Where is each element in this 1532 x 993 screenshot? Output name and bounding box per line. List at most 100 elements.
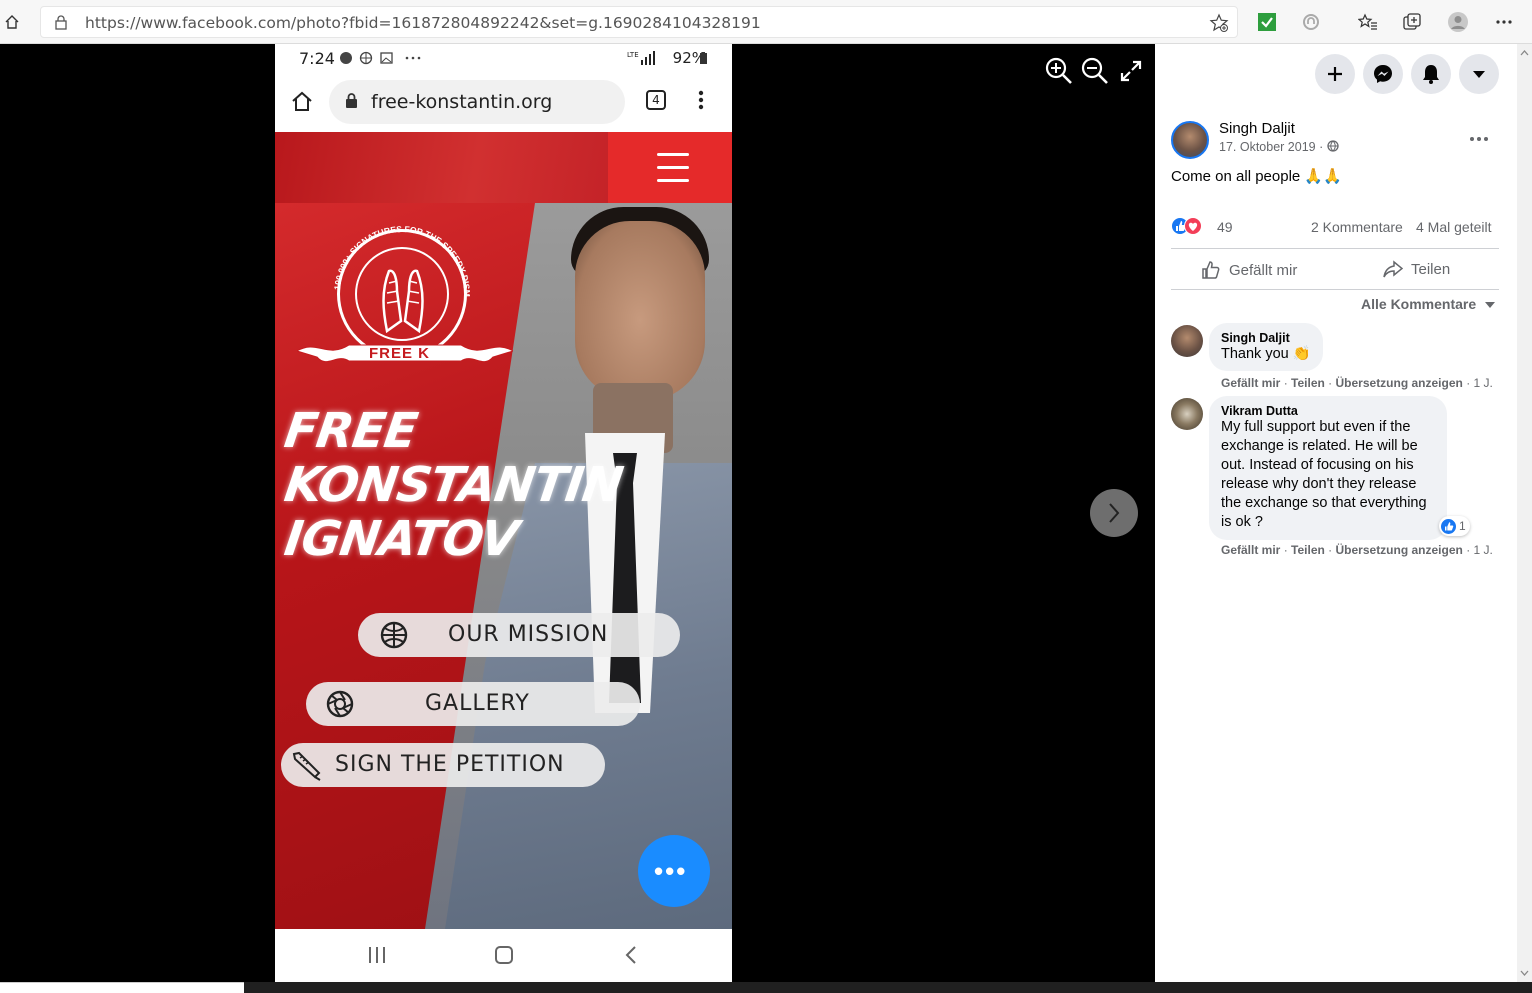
sign-petition-button: SIGN THE PETITION [281, 743, 605, 787]
account-menu-button[interactable] [1459, 54, 1499, 94]
scroll-down-icon[interactable] [1517, 968, 1532, 978]
aperture-icon [326, 690, 354, 718]
comment-author[interactable]: Singh Daljit [1221, 331, 1311, 345]
phone-lock-icon [345, 92, 358, 114]
phone-status-bar: 7:24 LTE 92% [275, 44, 732, 72]
create-button[interactable] [1315, 54, 1355, 94]
globe-icon [1327, 140, 1339, 152]
comment-reaction-count: 1 [1459, 519, 1466, 533]
post-sidebar: Singh Daljit 17. Oktober 2019 · Come on … [1155, 44, 1532, 982]
next-photo-button[interactable] [1090, 489, 1138, 537]
ellipsis-icon: ••• [654, 856, 688, 886]
gallery-label: GALLERY [425, 691, 530, 716]
battery-icon [699, 52, 708, 70]
post-author[interactable]: Singh Daljit [1219, 120, 1295, 137]
site-chat-fab: ••• [638, 835, 710, 907]
phone-home-icon [291, 90, 313, 117]
caret-down-icon [1485, 302, 1496, 308]
zoom-in-icon[interactable] [1044, 56, 1074, 86]
comment-text-line: My full support but even if the [1221, 419, 1411, 435]
share-arrow-icon [1383, 260, 1403, 278]
phone-home-button-icon [494, 945, 514, 970]
bell-icon [1423, 65, 1439, 84]
favorite-add-icon[interactable] [1209, 13, 1229, 38]
pen-icon [291, 751, 321, 781]
share-button[interactable]: Teilen [1383, 260, 1450, 278]
comment-text-line: release why don't they release [1221, 476, 1417, 492]
divider [1171, 248, 1499, 249]
post-text: Come on all people 🙏🙏 [1171, 168, 1342, 185]
post-options-button[interactable] [1469, 126, 1489, 147]
like-reaction-icon [1441, 518, 1456, 534]
avatar[interactable] [1171, 121, 1209, 159]
comment-author[interactable]: Vikram Dutta [1221, 404, 1435, 418]
hero-title-line-3: IGNATOV [281, 511, 521, 567]
comment-text: Thank you 👏 [1221, 346, 1311, 362]
praying-hands-icon [382, 269, 424, 333]
comment-time[interactable]: 1 J. [1474, 376, 1493, 390]
zoom-out-icon[interactable] [1080, 56, 1110, 86]
favorites-icon[interactable] [1356, 10, 1380, 34]
lock-icon [55, 15, 67, 35]
phone-url-pill: free-konstantin.org [329, 80, 625, 124]
more-horizontal-icon [1470, 137, 1488, 141]
comment-share-link[interactable]: Teilen [1291, 543, 1325, 557]
taskbar-search[interactable] [0, 982, 244, 993]
share-count[interactable]: 4 Mal geteilt [1416, 219, 1491, 235]
phone-browser-bar: free-konstantin.org 4 [275, 72, 732, 132]
fullscreen-icon[interactable] [1116, 56, 1146, 86]
comment-actions: Gefällt mir · Teilen · Übersetzung anzei… [1221, 376, 1493, 390]
profile-avatar-icon[interactable] [1446, 10, 1470, 34]
phone-nav-bar [275, 929, 732, 982]
phone-menu-icon [698, 90, 704, 115]
extension-check-icon[interactable] [1255, 10, 1279, 34]
thumbs-up-icon [1202, 261, 1220, 279]
comment-like-link[interactable]: Gefällt mir [1221, 543, 1280, 557]
caret-down-icon [1473, 71, 1485, 78]
comment-bubble: Vikram Dutta My full support but even if… [1209, 396, 1447, 540]
comment-avatar[interactable] [1171, 325, 1203, 357]
post-date-text[interactable]: 17. Oktober 2019 · [1219, 140, 1323, 154]
sort-label: Alle Kommentare [1361, 296, 1477, 312]
status-icons [339, 51, 423, 70]
comment-like-link[interactable]: Gefällt mir [1221, 376, 1280, 390]
like-label: Gefällt mir [1229, 261, 1298, 279]
logo-banner-text: FREE K [369, 345, 431, 362]
like-button[interactable]: Gefällt mir [1201, 260, 1297, 280]
messenger-icon [1374, 65, 1392, 83]
comment-text-line: out. Instead of focusing on his [1221, 457, 1414, 473]
divider [1171, 289, 1499, 290]
post-date[interactable]: 17. Oktober 2019 · [1219, 140, 1339, 154]
notifications-button[interactable] [1411, 54, 1451, 94]
chevron-right-icon [1109, 503, 1120, 523]
sign-petition-label: SIGN THE PETITION [335, 752, 565, 777]
comment-reaction-badge[interactable]: 1 [1439, 516, 1470, 536]
scroll-up-icon[interactable] [1517, 48, 1532, 58]
comment-translate-link[interactable]: Übersetzung anzeigen [1336, 543, 1463, 557]
comment-avatar[interactable] [1171, 398, 1203, 430]
site-header [275, 132, 732, 203]
comment-count[interactable]: 2 Kommentare [1311, 219, 1403, 235]
comment-sort-dropdown[interactable]: Alle Kommentare [1361, 296, 1496, 312]
home-icon[interactable] [2, 12, 22, 32]
collections-icon[interactable] [1400, 10, 1424, 34]
comment-translate-link[interactable]: Übersetzung anzeigen [1336, 376, 1463, 390]
messenger-button[interactable] [1363, 54, 1403, 94]
header-shade [275, 132, 608, 203]
photo-viewer: 7:24 LTE 92% free-konstantin.org 4 100 0… [0, 44, 1155, 982]
phone-url-text: free-konstantin.org [371, 91, 553, 113]
scrollbar[interactable] [1517, 44, 1532, 982]
site-hero: 100 000+ SIGNATURES FOR THE SPEEDY DISMI… [275, 203, 732, 929]
person-head [575, 221, 705, 401]
reaction-count[interactable]: 49 [1217, 219, 1233, 235]
recent-apps-icon [367, 946, 387, 969]
url-text[interactable]: https://www.facebook.com/photo?fbid=1618… [85, 14, 761, 32]
address-bar[interactable]: https://www.facebook.com/photo?fbid=1618… [40, 6, 1238, 38]
comment-share-link[interactable]: Teilen [1291, 376, 1325, 390]
more-options-icon[interactable] [1492, 10, 1516, 34]
extension-circle-icon[interactable] [1299, 10, 1323, 34]
love-reaction-icon [1184, 217, 1202, 235]
comment-time[interactable]: 1 J. [1474, 543, 1493, 557]
svg-text:LTE: LTE [627, 51, 639, 59]
status-time: 7:24 [299, 49, 335, 68]
